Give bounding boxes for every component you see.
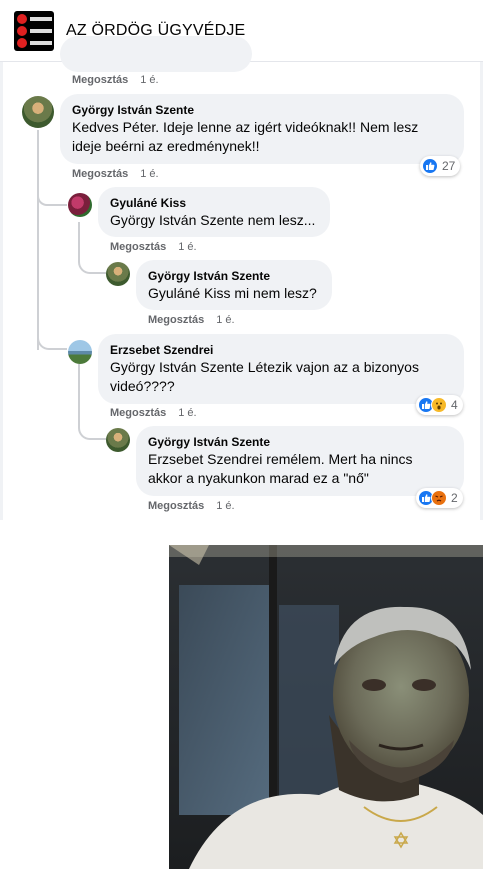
reaction-count: 4 [451, 398, 458, 412]
angry-icon [431, 490, 447, 506]
reaction-count: 27 [442, 159, 456, 173]
comment-text-line: akkor a nyakunkon marad ez a "nő" [148, 470, 369, 486]
timestamp[interactable]: 1 é. [216, 314, 234, 326]
comment-bubble: György István Szente Erzsebet Szendrei r… [136, 426, 464, 496]
comment-text-line: videó???? [110, 378, 175, 394]
thread-line [37, 130, 39, 350]
comment-bubble: Gyuláné Kiss György István Szente nem le… [98, 187, 330, 237]
wow-icon [431, 397, 447, 413]
share-link[interactable]: Megosztás [148, 314, 204, 326]
comment-text-line: Gyuláné Kiss mi nem lesz? [148, 285, 317, 301]
avatar[interactable] [22, 96, 54, 128]
avatar[interactable] [68, 340, 92, 364]
comment-meta: Megosztás 1 é. [110, 407, 197, 419]
comment-meta: Megosztás 1 é. [148, 314, 235, 326]
comment-text-line: György István Szente nem lesz... [110, 212, 316, 228]
reaction-count: 2 [451, 491, 458, 505]
comment-bubble: György István Szente Kedves Péter. Ideje… [60, 94, 464, 164]
comment-text-line: György István Szente Létezik vajon az a … [110, 359, 419, 375]
comment-bubble: Erzsebet Szendrei György István Szente L… [98, 334, 464, 404]
comment-author[interactable]: Gyuláné Kiss [110, 195, 318, 211]
comment-bubble-previous [60, 36, 252, 72]
comment-author[interactable]: Erzsebet Szendrei [110, 342, 452, 358]
comment-meta: Megosztás 1 é. [110, 241, 197, 253]
comment-text-line: ideje beérni az eredménynek!! [72, 138, 260, 154]
timestamp[interactable]: 1 é. [216, 500, 234, 512]
comment-text-line: Erzsebet Szendrei remélem. Mert ha nincs [148, 451, 413, 467]
page-logo[interactable] [14, 11, 54, 51]
share-link[interactable]: Megosztás [148, 500, 204, 512]
timestamp[interactable]: 1 é. [140, 168, 158, 180]
timestamp[interactable]: 1 é. [178, 241, 196, 253]
avatar[interactable] [68, 193, 92, 217]
timestamp[interactable]: 1 é. [178, 407, 196, 419]
left-edge-divider [0, 62, 3, 520]
comment-meta: Megosztás 1 é. [72, 168, 159, 180]
attached-photo [169, 545, 483, 869]
share-link[interactable]: Megosztás [72, 74, 128, 86]
comment-bubble: György István Szente Gyuláné Kiss mi nem… [136, 260, 332, 310]
timestamp[interactable]: 1 é. [140, 74, 158, 86]
comment-author[interactable]: György István Szente [72, 102, 452, 118]
share-link[interactable]: Megosztás [110, 407, 166, 419]
share-link[interactable]: Megosztás [72, 168, 128, 180]
comment-meta: Megosztás 1 é. [148, 500, 235, 512]
comment-author[interactable]: György István Szente [148, 434, 452, 450]
reaction-summary[interactable]: 2 [416, 488, 463, 508]
like-icon [422, 158, 438, 174]
comment-text-line: Kedves Péter. Ideje lenne az igért videó… [72, 119, 419, 135]
avatar[interactable] [106, 428, 130, 452]
comment-meta-previous: Megosztás 1 é. [72, 74, 159, 86]
reaction-summary[interactable]: 4 [416, 395, 463, 415]
avatar[interactable] [106, 262, 130, 286]
thread-connector [37, 196, 67, 206]
photo-illustration [169, 545, 483, 869]
reaction-summary[interactable]: 27 [420, 156, 461, 176]
share-link[interactable]: Megosztás [110, 241, 166, 253]
comment-author[interactable]: György István Szente [148, 268, 320, 284]
